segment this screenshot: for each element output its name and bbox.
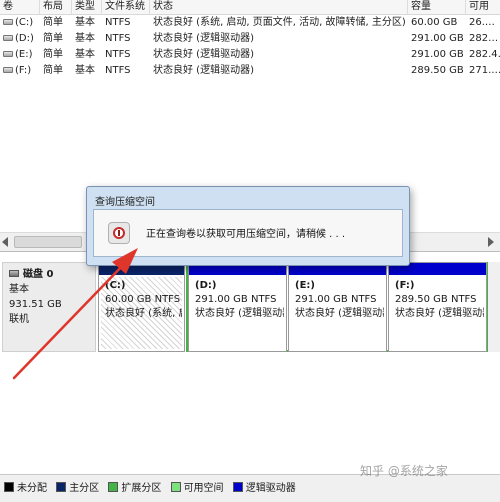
partition-name: (E:) [295,280,315,291]
legend-item-free-space: 可用空间 [170,482,224,496]
partition-e[interactable]: (E:) 291.00 GB NTFS 状态良好 (逻辑驱动器) [288,262,387,352]
partition-size: 60.00 GB NTFS [105,294,181,305]
partition-name: (D:) [195,280,217,291]
partition-e-body: (E:) 291.00 GB NTFS 状态良好 (逻辑驱动器) [291,277,384,349]
type-cell: 基本 [75,49,95,60]
free-cell: 271.… [469,65,500,76]
query-shrink-dialog[interactable]: 查询压缩空间 正在查询卷以获取可用压缩空间，请稍候 . . . [86,186,410,266]
drive-icon [3,19,13,25]
legend-label: 扩展分区 [121,483,162,494]
partition-size: 291.00 GB NTFS [195,294,277,305]
column-header-free[interactable]: 可用 [466,0,500,15]
type-cell: 基本 [75,17,95,28]
layout-cell: 简单 [43,49,63,60]
partition-d[interactable]: (D:) 291.00 GB NTFS 状态良好 (逻辑驱动器) [188,262,287,352]
column-header-volume[interactable]: 卷 [0,0,40,15]
partition-c-body: (C:) 60.00 GB NTFS 状态良好 (系统, 启 [101,277,182,349]
type-cell: 基本 [75,33,95,44]
scroll-left-icon[interactable] [2,237,8,247]
volume-list-header: 卷 布局 类型 文件系统 状态 容量 可用 [0,0,500,15]
disk-title: 磁盘 0 [23,269,54,280]
legend-item-primary: 主分区 [56,482,99,496]
capacity-cell: 291.00 GB [411,49,464,60]
filesystem-cell: NTFS [105,33,131,44]
disk-query-icon [108,222,130,244]
partition-name: (C:) [105,280,126,291]
legend-swatch [170,482,181,492]
partition-status: 状态良好 (系统, 启 [105,308,182,319]
status-cell: 状态良好 (逻辑驱动器) [153,65,254,76]
legend-swatch [232,482,243,492]
disk-status: 联机 [9,314,29,325]
filesystem-cell: NTFS [105,65,131,76]
volume-name: (F:) [15,65,32,76]
watermark: 知乎 @系统之家 [360,464,448,478]
free-cell: 282… [469,33,499,44]
partition-d-body: (D:) 291.00 GB NTFS 状态良好 (逻辑驱动器) [191,277,284,349]
filesystem-cell: NTFS [105,49,131,60]
legend-item-unallocated: 未分配 [4,482,47,496]
scroll-thumb[interactable] [14,236,82,248]
partition-name: (F:) [395,280,415,291]
column-header-capacity[interactable]: 容量 [408,0,466,15]
partition-status: 状态良好 (逻辑驱动器) [395,308,484,319]
drive-icon [3,67,13,73]
type-cell: 基本 [75,65,95,76]
legend-item-logical: 逻辑驱动器 [232,482,296,496]
vertical-scrollbar[interactable] [488,262,500,352]
table-row[interactable]: (D:) 简单 基本 NTFS 状态良好 (逻辑驱动器) 291.00 GB 2… [0,31,500,47]
table-row[interactable]: (F:) 简单 基本 NTFS 状态良好 (逻辑驱动器) 289.50 GB 2… [0,63,500,79]
legend-label: 逻辑驱动器 [245,483,296,494]
capacity-cell: 289.50 GB [411,65,464,76]
legend-item-extended: 扩展分区 [108,482,161,496]
status-cell: 状态良好 (逻辑驱动器) [153,49,254,60]
layout-cell: 简单 [43,33,63,44]
dialog-message: 正在查询卷以获取可用压缩空间，请稍候 . . . [146,229,346,240]
disk-type: 基本 [9,284,29,295]
legend-label: 未分配 [17,483,47,494]
partition-f[interactable]: (F:) 289.50 GB NTFS 状态良好 (逻辑驱动器) [388,262,487,352]
table-row[interactable]: (C:) 简单 基本 NTFS 状态良好 (系统, 启动, 页面文件, 活动, … [0,15,500,31]
volume-name: (E:) [15,49,33,60]
column-header-type[interactable]: 类型 [72,0,102,15]
partition-size: 289.50 GB NTFS [395,294,477,305]
scroll-right-icon[interactable] [488,237,494,247]
legend-label: 主分区 [69,483,100,494]
partition-c[interactable]: (C:) 60.00 GB NTFS 状态良好 (系统, 启 [98,262,185,352]
disk-info[interactable]: 磁盘 0 基本 931.51 GB 联机 [2,262,96,352]
capacity-cell: 291.00 GB [411,33,464,44]
legend-swatch [56,482,67,492]
drive-icon [3,51,13,57]
legend-swatch [108,482,119,492]
volume-name: (D:) [15,33,34,44]
column-header-status[interactable]: 状态 [150,0,408,15]
column-header-layout[interactable]: 布局 [40,0,72,15]
layout-cell: 简单 [43,17,63,28]
capacity-cell: 60.00 GB [411,17,458,28]
legend-label: 可用空间 [183,483,224,494]
free-cell: 26.… [469,17,495,28]
partition-status: 状态良好 (逻辑驱动器) [295,308,384,319]
status-cell: 状态良好 (系统, 启动, 页面文件, 活动, 故障转储, 主分区) [153,17,406,28]
disk-size: 931.51 GB [9,299,62,310]
volume-name: (C:) [15,17,34,28]
dialog-body: 正在查询卷以获取可用压缩空间，请稍候 . . . [93,209,403,257]
status-cell: 状态良好 (逻辑驱动器) [153,33,254,44]
disk-icon [9,270,19,277]
layout-cell: 简单 [43,65,63,76]
free-cell: 282.4… [469,49,500,60]
legend-swatch [4,482,14,492]
filesystem-cell: NTFS [105,17,131,28]
partition-status: 状态良好 (逻辑驱动器) [195,308,284,319]
disk-map: 磁盘 0 基本 931.51 GB 联机 (C:) 60.00 GB NTFS … [0,252,500,448]
column-header-filesystem[interactable]: 文件系统 [102,0,150,15]
dialog-title: 查询压缩空间 [95,197,155,208]
partition-f-body: (F:) 289.50 GB NTFS 状态良好 (逻辑驱动器) [391,277,484,349]
table-row[interactable]: (E:) 简单 基本 NTFS 状态良好 (逻辑驱动器) 291.00 GB 2… [0,47,500,63]
drive-icon [3,35,13,41]
partition-size: 291.00 GB NTFS [295,294,377,305]
